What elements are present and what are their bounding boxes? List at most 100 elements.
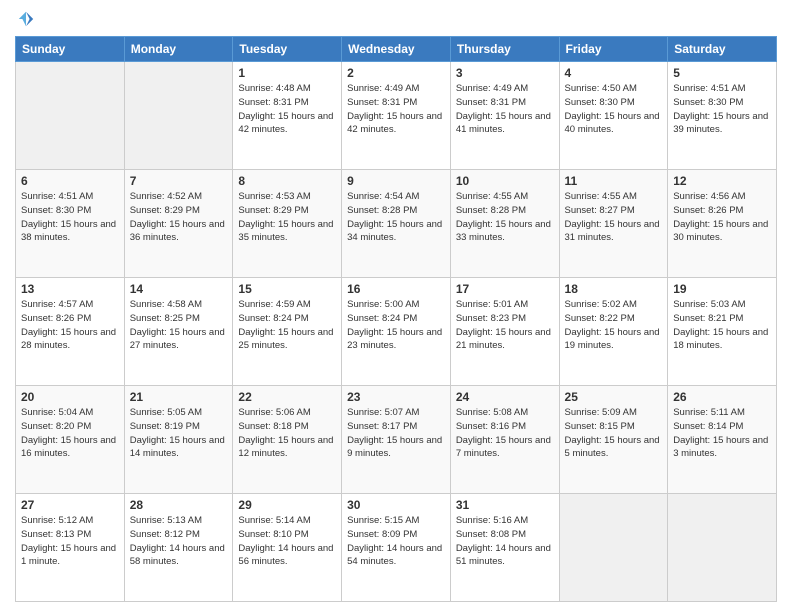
day-number: 14 xyxy=(130,282,228,296)
day-info: Sunrise: 5:13 AMSunset: 8:12 PMDaylight:… xyxy=(130,514,228,569)
day-info: Sunrise: 4:59 AMSunset: 8:24 PMDaylight:… xyxy=(238,298,336,353)
day-number: 8 xyxy=(238,174,336,188)
day-info: Sunrise: 4:48 AMSunset: 8:31 PMDaylight:… xyxy=(238,82,336,137)
weekday-header-tuesday: Tuesday xyxy=(233,37,342,62)
header xyxy=(15,10,777,28)
calendar-cell: 29Sunrise: 5:14 AMSunset: 8:10 PMDayligh… xyxy=(233,494,342,602)
calendar-cell: 14 Sunrise: 4:58 AMSunset: 8:25 PMDayligh… xyxy=(124,278,233,386)
day-info: Sunrise: 5:08 AMSunset: 8:16 PMDaylight:… xyxy=(456,406,554,461)
day-number: 12 xyxy=(673,174,771,188)
calendar-cell: 7 Sunrise: 4:52 AMSunset: 8:29 PMDaylight… xyxy=(124,170,233,278)
calendar-cell xyxy=(124,62,233,170)
day-info: Sunrise: 5:16 AMSunset: 8:08 PMDaylight:… xyxy=(456,514,554,569)
weekday-header-friday: Friday xyxy=(559,37,668,62)
calendar-cell: 17 Sunrise: 5:01 AMSunset: 8:23 PMDayligh… xyxy=(450,278,559,386)
day-info: Sunrise: 5:04 AMSunset: 8:20 PMDaylight:… xyxy=(21,406,119,461)
calendar-week-row: 1 Sunrise: 4:48 AMSunset: 8:31 PMDaylight… xyxy=(16,62,777,170)
calendar-cell xyxy=(16,62,125,170)
calendar-cell: 27Sunrise: 5:12 AMSunset: 8:13 PMDayligh… xyxy=(16,494,125,602)
weekday-header-sunday: Sunday xyxy=(16,37,125,62)
calendar-cell: 5 Sunrise: 4:51 AMSunset: 8:30 PMDaylight… xyxy=(668,62,777,170)
day-info: Sunrise: 5:02 AMSunset: 8:22 PMDaylight:… xyxy=(565,298,663,353)
day-number: 11 xyxy=(565,174,663,188)
weekday-header-thursday: Thursday xyxy=(450,37,559,62)
day-number: 1 xyxy=(238,66,336,80)
calendar-cell: 20 Sunrise: 5:04 AMSunset: 8:20 PMDayligh… xyxy=(16,386,125,494)
calendar-week-row: 27Sunrise: 5:12 AMSunset: 8:13 PMDayligh… xyxy=(16,494,777,602)
day-number: 3 xyxy=(456,66,554,80)
day-info: Sunrise: 5:07 AMSunset: 8:17 PMDaylight:… xyxy=(347,406,445,461)
calendar-cell: 28 Sunrise: 5:13 AMSunset: 8:12 PMDayligh… xyxy=(124,494,233,602)
calendar-cell: 15Sunrise: 4:59 AMSunset: 8:24 PMDayligh… xyxy=(233,278,342,386)
day-info: Sunrise: 5:00 AMSunset: 8:24 PMDaylight:… xyxy=(347,298,445,353)
calendar-cell: 21Sunrise: 5:05 AMSunset: 8:19 PMDayligh… xyxy=(124,386,233,494)
day-number: 26 xyxy=(673,390,771,404)
day-number: 22 xyxy=(238,390,336,404)
day-number: 29 xyxy=(238,498,336,512)
day-number: 20 xyxy=(21,390,119,404)
day-number: 24 xyxy=(456,390,554,404)
calendar-cell: 30 Sunrise: 5:15 AMSunset: 8:09 PMDayligh… xyxy=(342,494,451,602)
day-info: Sunrise: 4:51 AMSunset: 8:30 PMDaylight:… xyxy=(21,190,119,245)
calendar-cell: 13Sunrise: 4:57 AMSunset: 8:26 PMDayligh… xyxy=(16,278,125,386)
day-number: 5 xyxy=(673,66,771,80)
day-number: 27 xyxy=(21,498,119,512)
calendar-cell: 23 Sunrise: 5:07 AMSunset: 8:17 PMDayligh… xyxy=(342,386,451,494)
weekday-header-saturday: Saturday xyxy=(668,37,777,62)
calendar-cell: 18 Sunrise: 5:02 AMSunset: 8:22 PMDayligh… xyxy=(559,278,668,386)
day-number: 30 xyxy=(347,498,445,512)
weekday-header-wednesday: Wednesday xyxy=(342,37,451,62)
day-number: 4 xyxy=(565,66,663,80)
calendar-cell: 3 Sunrise: 4:49 AMSunset: 8:31 PMDaylight… xyxy=(450,62,559,170)
day-info: Sunrise: 5:11 AMSunset: 8:14 PMDaylight:… xyxy=(673,406,771,461)
day-number: 6 xyxy=(21,174,119,188)
day-info: Sunrise: 4:55 AMSunset: 8:28 PMDaylight:… xyxy=(456,190,554,245)
day-info: Sunrise: 5:03 AMSunset: 8:21 PMDaylight:… xyxy=(673,298,771,353)
day-info: Sunrise: 4:50 AMSunset: 8:30 PMDaylight:… xyxy=(565,82,663,137)
calendar-cell: 16 Sunrise: 5:00 AMSunset: 8:24 PMDayligh… xyxy=(342,278,451,386)
weekday-header-monday: Monday xyxy=(124,37,233,62)
calendar-cell: 2Sunrise: 4:49 AMSunset: 8:31 PMDaylight… xyxy=(342,62,451,170)
day-info: Sunrise: 4:58 AMSunset: 8:25 PMDaylight:… xyxy=(130,298,228,353)
calendar-week-row: 20 Sunrise: 5:04 AMSunset: 8:20 PMDayligh… xyxy=(16,386,777,494)
calendar-cell: 19 Sunrise: 5:03 AMSunset: 8:21 PMDayligh… xyxy=(668,278,777,386)
calendar-cell: 10Sunrise: 4:55 AMSunset: 8:28 PMDayligh… xyxy=(450,170,559,278)
calendar-cell: 9Sunrise: 4:54 AMSunset: 8:28 PMDaylight… xyxy=(342,170,451,278)
day-info: Sunrise: 4:56 AMSunset: 8:26 PMDaylight:… xyxy=(673,190,771,245)
day-info: Sunrise: 4:49 AMSunset: 8:31 PMDaylight:… xyxy=(456,82,554,137)
day-info: Sunrise: 5:06 AMSunset: 8:18 PMDaylight:… xyxy=(238,406,336,461)
day-number: 31 xyxy=(456,498,554,512)
calendar-week-row: 6 Sunrise: 4:51 AMSunset: 8:30 PMDaylight… xyxy=(16,170,777,278)
calendar-header-row: SundayMondayTuesdayWednesdayThursdayFrid… xyxy=(16,37,777,62)
day-number: 13 xyxy=(21,282,119,296)
calendar-cell: 11 Sunrise: 4:55 AMSunset: 8:27 PMDayligh… xyxy=(559,170,668,278)
logo-icon xyxy=(17,10,35,28)
calendar-cell xyxy=(559,494,668,602)
day-number: 25 xyxy=(565,390,663,404)
calendar-cell: 8 Sunrise: 4:53 AMSunset: 8:29 PMDaylight… xyxy=(233,170,342,278)
calendar-cell: 25Sunrise: 5:09 AMSunset: 8:15 PMDayligh… xyxy=(559,386,668,494)
calendar-cell: 4 Sunrise: 4:50 AMSunset: 8:30 PMDaylight… xyxy=(559,62,668,170)
calendar-cell: 6 Sunrise: 4:51 AMSunset: 8:30 PMDaylight… xyxy=(16,170,125,278)
day-number: 18 xyxy=(565,282,663,296)
day-info: Sunrise: 4:52 AMSunset: 8:29 PMDaylight:… xyxy=(130,190,228,245)
day-info: Sunrise: 4:51 AMSunset: 8:30 PMDaylight:… xyxy=(673,82,771,137)
day-info: Sunrise: 5:01 AMSunset: 8:23 PMDaylight:… xyxy=(456,298,554,353)
calendar-table: SundayMondayTuesdayWednesdayThursdayFrid… xyxy=(15,36,777,602)
day-info: Sunrise: 4:55 AMSunset: 8:27 PMDaylight:… xyxy=(565,190,663,245)
day-number: 28 xyxy=(130,498,228,512)
day-number: 17 xyxy=(456,282,554,296)
day-number: 16 xyxy=(347,282,445,296)
day-number: 9 xyxy=(347,174,445,188)
day-info: Sunrise: 4:49 AMSunset: 8:31 PMDaylight:… xyxy=(347,82,445,137)
day-number: 7 xyxy=(130,174,228,188)
day-number: 23 xyxy=(347,390,445,404)
day-info: Sunrise: 4:53 AMSunset: 8:29 PMDaylight:… xyxy=(238,190,336,245)
day-number: 19 xyxy=(673,282,771,296)
day-info: Sunrise: 5:15 AMSunset: 8:09 PMDaylight:… xyxy=(347,514,445,569)
day-number: 21 xyxy=(130,390,228,404)
calendar-cell: 24 Sunrise: 5:08 AMSunset: 8:16 PMDayligh… xyxy=(450,386,559,494)
calendar-cell xyxy=(668,494,777,602)
calendar-cell: 1 Sunrise: 4:48 AMSunset: 8:31 PMDaylight… xyxy=(233,62,342,170)
calendar-cell: 12 Sunrise: 4:56 AMSunset: 8:26 PMDayligh… xyxy=(668,170,777,278)
